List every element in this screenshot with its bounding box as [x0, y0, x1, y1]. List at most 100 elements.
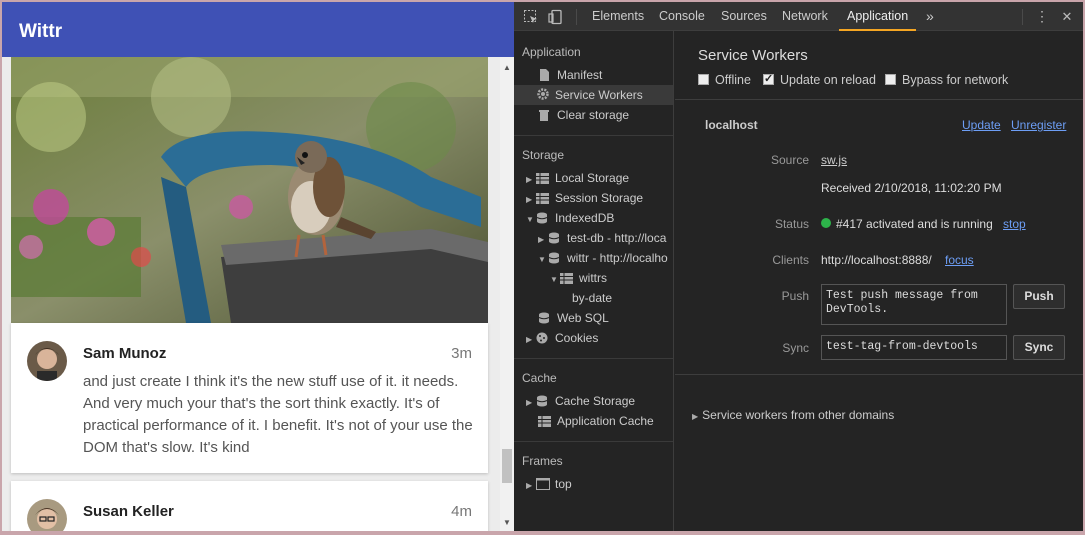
sidebar-item-label: wittrs: [579, 271, 607, 285]
sync-tag-input[interactable]: test-tag-from-devtools: [821, 335, 1007, 360]
checkbox-box[interactable]: [885, 74, 896, 85]
kebab-menu-icon[interactable]: ⋮: [1034, 9, 1050, 25]
section-divider: [514, 441, 673, 442]
status-label: Status: [774, 217, 809, 231]
sidebar-item-label: IndexedDB: [555, 211, 615, 225]
status-text: #417 activated and is running: [836, 217, 993, 231]
tab-application[interactable]: Application: [839, 2, 917, 31]
sidebar-item-manifest[interactable]: Manifest: [538, 65, 602, 85]
device-toolbar-icon[interactable]: [548, 9, 564, 25]
expand-triangle-icon[interactable]: ▶: [526, 170, 536, 190]
sync-button[interactable]: Sync: [1013, 335, 1065, 360]
checkbox-box[interactable]: [698, 74, 709, 85]
sidebar-item-by-date-index[interactable]: by-date: [572, 288, 612, 308]
service-workers-pane: Service Workers Offline Update on reload…: [675, 31, 1083, 531]
scrollbar-thumb[interactable]: [502, 449, 512, 483]
post-author: Susan Keller: [83, 503, 174, 520]
sidebar-item-application-cache[interactable]: Application Cache: [538, 411, 654, 431]
sidebar-item-service-workers[interactable]: Service Workers: [514, 85, 673, 105]
tab-sources[interactable]: Sources: [721, 2, 767, 31]
tab-console[interactable]: Console: [659, 2, 705, 31]
app-scrollbar[interactable]: ▲ ▼: [500, 57, 514, 531]
database-icon: [536, 393, 550, 407]
more-tabs-icon[interactable]: »: [926, 2, 934, 31]
grid-icon: [538, 413, 552, 427]
source-label: Source: [770, 153, 809, 167]
sync-label: Sync: [782, 341, 809, 355]
other-domains-toggle[interactable]: ▶ Service workers from other domains: [692, 408, 894, 422]
divider: [675, 99, 1083, 100]
sidebar-item-top-frame[interactable]: ▶ top: [526, 474, 572, 494]
devtools-panel: Elements Console Sources Network Applica…: [514, 2, 1083, 531]
section-divider: [514, 135, 673, 136]
close-icon[interactable]: ✕: [1059, 9, 1075, 25]
sidebar-item-label: Application Cache: [557, 414, 654, 428]
expand-triangle-icon[interactable]: ▶: [526, 476, 536, 496]
inspect-element-icon[interactable]: [523, 9, 539, 25]
expand-triangle-icon[interactable]: ▶: [526, 190, 536, 210]
collapse-triangle-icon[interactable]: ▼: [550, 270, 560, 290]
expand-triangle-icon[interactable]: ▶: [526, 330, 536, 350]
post-body: and just create I think it's the new stu…: [83, 373, 473, 456]
sidebar-item-wittr-db[interactable]: ▼ wittr - http://localho: [538, 248, 668, 268]
cookie-icon: [536, 330, 550, 344]
sidebar-item-label: Web SQL: [557, 311, 609, 325]
grid-icon: [560, 270, 574, 284]
sidebar-item-local-storage[interactable]: ▶ Local Storage: [526, 168, 629, 188]
app-title: Wittr: [19, 21, 63, 42]
collapse-triangle-icon[interactable]: ▼: [538, 250, 548, 270]
collapse-triangle-icon[interactable]: ▼: [526, 210, 536, 230]
sidebar-item-label: top: [555, 477, 572, 491]
push-message-input[interactable]: Test push message from DevTools.: [821, 284, 1007, 325]
devtools-toolbar: Elements Console Sources Network Applica…: [514, 2, 1083, 31]
offline-checkbox[interactable]: Offline: [698, 73, 751, 87]
sidebar-item-clear-storage[interactable]: Clear storage: [538, 105, 629, 125]
database-icon: [548, 230, 562, 244]
sidebar-item-indexeddb[interactable]: ▼ IndexedDB: [526, 208, 614, 228]
avatar: [27, 341, 67, 381]
tab-elements[interactable]: Elements: [592, 2, 644, 31]
checkbox-label: Update on reload: [780, 73, 876, 87]
checkbox-label: Bypass for network: [902, 73, 1009, 87]
sidebar-item-test-db[interactable]: ▶ test-db - http://loca: [538, 228, 666, 248]
update-link[interactable]: Update: [962, 118, 1001, 132]
source-file-link[interactable]: sw.js: [821, 153, 847, 167]
sidebar-item-label: wittr - http://localho: [567, 251, 668, 265]
divider: [675, 374, 1083, 375]
scroll-down-arrow-icon[interactable]: ▼: [503, 518, 511, 527]
clients-label: Clients: [772, 253, 809, 267]
sidebar-item-wittrs-store[interactable]: ▼ wittrs: [550, 268, 607, 288]
tab-network[interactable]: Network: [782, 2, 828, 31]
update-on-reload-checkbox[interactable]: Update on reload: [763, 72, 876, 87]
push-label: Push: [781, 289, 809, 303]
status-dot-icon: [821, 218, 831, 228]
section-heading-frames: Frames: [522, 454, 563, 468]
scroll-up-arrow-icon[interactable]: ▲: [503, 63, 511, 72]
expand-triangle-icon[interactable]: ▶: [526, 393, 536, 413]
stop-link[interactable]: stop: [1003, 217, 1026, 231]
bypass-for-network-checkbox[interactable]: Bypass for network: [885, 73, 1008, 87]
sidebar-item-session-storage[interactable]: ▶ Session Storage: [526, 188, 643, 208]
grid-icon: [536, 170, 550, 184]
expand-triangle-icon: ▶: [692, 412, 699, 421]
sidebar-item-cache-storage[interactable]: ▶ Cache Storage: [526, 391, 635, 411]
section-heading-storage: Storage: [522, 148, 565, 162]
focus-link[interactable]: focus: [945, 253, 974, 267]
checkbox-label: Offline: [715, 73, 751, 87]
toolbar-divider: [1022, 9, 1023, 25]
sidebar-item-web-sql[interactable]: Web SQL: [538, 308, 609, 328]
app-viewport: Wittr Sam Munoz 3m and just create I thi…: [2, 2, 514, 531]
database-icon: [536, 210, 550, 224]
checkbox-box[interactable]: [763, 72, 774, 85]
sidebar-item-label: Clear storage: [557, 108, 630, 122]
expand-triangle-icon[interactable]: ▶: [538, 230, 548, 250]
sidebar-item-cookies[interactable]: ▶ Cookies: [526, 328, 598, 348]
unregister-link[interactable]: Unregister: [1011, 118, 1066, 132]
section-heading-cache: Cache: [522, 371, 557, 385]
trash-icon: [538, 107, 552, 121]
post-card: Sam Munoz 3m and just create I think it'…: [11, 323, 488, 473]
database-icon: [538, 310, 552, 324]
origin-name: localhost: [705, 118, 758, 132]
push-button[interactable]: Push: [1013, 284, 1065, 309]
section-heading-application: Application: [522, 45, 581, 59]
